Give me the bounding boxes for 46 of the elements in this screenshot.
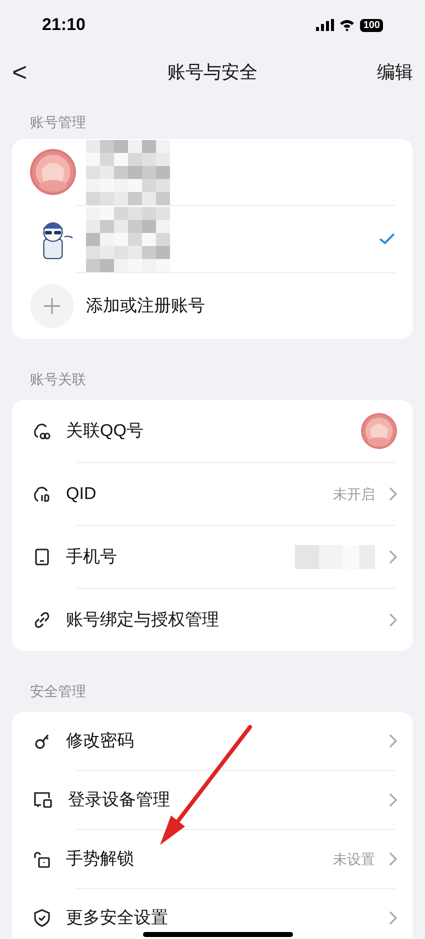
row-value: 未设置 [333, 850, 375, 868]
devices-icon [32, 790, 54, 810]
back-button[interactable]: < [12, 59, 52, 85]
row-label: 更多安全设置 [66, 907, 169, 930]
battery-indicator: 100 [360, 18, 383, 32]
checkmark-icon [379, 233, 395, 245]
section-header: 账号关联 [29, 370, 87, 389]
chevron-right-icon [389, 734, 397, 748]
chevron-right-icon [389, 550, 397, 564]
link-icon [32, 610, 52, 630]
signal-icon [316, 19, 334, 31]
cloud-link-icon [32, 421, 52, 441]
row-label: 手势解锁 [66, 848, 135, 870]
section-header: 安全管理 [29, 682, 87, 701]
row-label: 账号绑定与授权管理 [66, 609, 220, 632]
chevron-right-icon [389, 793, 397, 807]
row-label: 登录设备管理 [68, 789, 171, 812]
settings-row[interactable]: 手机号 [12, 526, 413, 588]
cloud-id-icon [32, 484, 52, 504]
unlocked-lock-icon [32, 849, 52, 869]
settings-row[interactable]: 修改密码 [12, 712, 413, 770]
row-value: 未开启 [333, 484, 375, 504]
row-label: 手机号 [66, 546, 118, 568]
chevron-right-icon [389, 911, 397, 925]
row-label: QID [66, 483, 98, 506]
add-account-label[interactable]: 添加或注册账号 [86, 293, 205, 319]
chevron-right-icon [389, 487, 397, 501]
shield-icon [32, 908, 52, 928]
settings-row[interactable]: 关联QQ号 [12, 400, 413, 462]
settings-row[interactable]: 手势解锁 未设置 [12, 830, 413, 888]
chevron-right-icon [389, 613, 397, 627]
status-time: 21:10 [42, 14, 86, 36]
settings-row[interactable]: QID 未开启 [12, 463, 413, 525]
row-label: 关联QQ号 [66, 420, 144, 442]
edit-button[interactable]: 编辑 [373, 58, 413, 86]
plus-icon [44, 298, 60, 314]
phone-icon [32, 547, 52, 567]
section-header: 账号管理 [29, 113, 87, 132]
page-title: 账号与安全 [168, 60, 258, 84]
settings-row[interactable]: 更多安全设置 [12, 889, 413, 939]
wifi-icon [339, 19, 356, 31]
add-button[interactable] [30, 284, 74, 328]
row-label: 修改密码 [66, 730, 135, 752]
chevron-right-icon [389, 852, 397, 866]
settings-row[interactable]: 账号绑定与授权管理 [12, 589, 413, 651]
settings-row[interactable]: 登录设备管理 [12, 771, 413, 829]
